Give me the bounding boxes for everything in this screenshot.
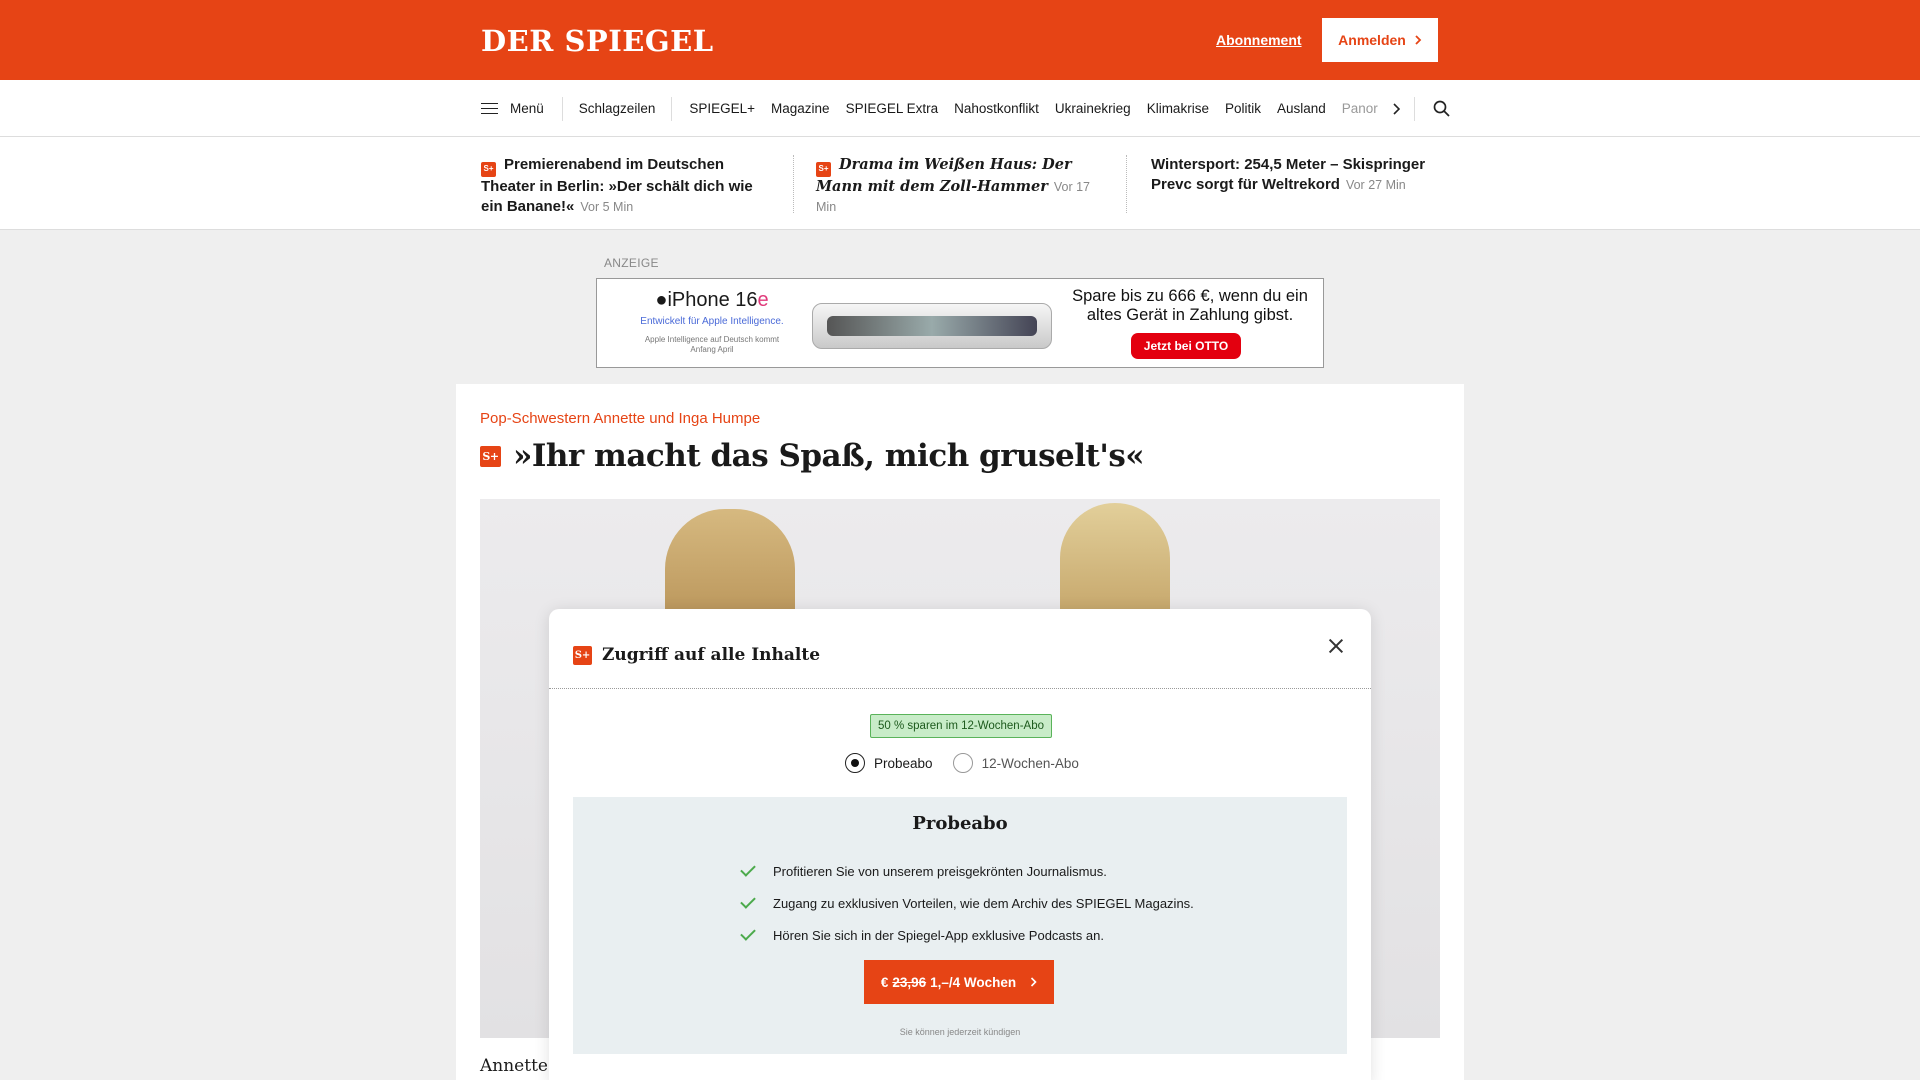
teaser-divider [793,155,794,213]
menu-button[interactable]: Menü [481,96,563,121]
main-navigation: Menü Schlagzeilen SPIEGEL+ Magazine SPIE… [0,80,1920,137]
modal-title-text: Zugriff auf alle Inhalte [602,645,821,665]
article-headline: S+ »Ihr macht das Spaß, mich gruselt's« [480,438,1145,474]
cta-currency: € [880,974,889,990]
teaser-time: Vor 27 Min [1345,178,1406,192]
nav-item-ukrainekrieg[interactable]: Ukrainekrieg [1055,101,1131,116]
benefit-item: Zugang zu exklusiven Vorteilen, wie dem … [740,887,1194,919]
radio-label: 12-Wochen-Abo [981,755,1079,771]
nav-item-nahostkonflikt[interactable]: Nahostkonflikt [954,101,1039,116]
checkmark-icon [740,893,756,909]
benefit-item: Profitieren Sie von unserem preisgekrönt… [740,855,1194,887]
cta-price: 1,–/4 Wochen [930,974,1017,990]
plan-title: Probeabo [912,813,1008,834]
benefit-list: Profitieren Sie von unserem preisgekrönt… [740,855,1194,951]
article-kicker: Pop-Schwestern Annette und Inga Humpe [480,410,761,427]
search-icon[interactable] [1433,100,1450,117]
chevron-right-icon [1414,32,1422,48]
teaser-item[interactable]: S+ Premierenabend im Deutschen Theater in… [481,155,771,217]
ad-copy: Spare bis zu 666 €, wenn du ein altes Ge… [1072,287,1308,324]
spiegel-plus-icon: S+ [816,161,831,177]
nav-item-ausland[interactable]: Ausland [1277,101,1326,116]
nav-item-spiegel-plus[interactable]: SPIEGEL+ [689,101,755,116]
advertisement-banner[interactable]: ●iPhone 16e Entwickelt für Apple Intelli… [596,278,1324,368]
ad-fine-print: Apple Intelligence auf Deutsch kommt Anf… [644,335,780,354]
teaser-time: Vor 5 Min [580,199,634,214]
checkmark-icon [740,925,756,941]
nav-item-klimakrise[interactable]: Klimakrise [1147,101,1209,116]
ad-brand: ●iPhone 16e Entwickelt für Apple Intelli… [637,289,787,355]
nav-divider [1413,96,1415,121]
teaser-title: Drama im Weißen Haus: Der Mann mit dem Z… [816,156,1072,195]
spiegel-plus-icon: S+ [480,445,501,467]
plan-selector: Probeabo 12-Wochen-Abo [845,753,1099,773]
subscription-link[interactable]: Abonnement [1216,32,1302,48]
headline-teasers: S+ Premierenabend im Deutschen Theater in… [0,137,1920,230]
spiegel-logo[interactable]: DER SPIEGEL [481,24,714,58]
teaser-item[interactable]: S+ Drama im Weißen Haus: Der Mann mit dem… [816,155,1112,217]
paywall-modal: S+ Zugriff auf alle Inhalte 50 % sparen … [549,609,1371,1080]
site-header: DER SPIEGEL Abonnement Anmelden [0,0,1920,80]
nav-item-panorama[interactable]: Panor [1342,101,1378,116]
modal-header: S+ Zugriff auf alle Inhalte [549,609,1371,689]
nav-item-magazine[interactable]: Magazine [771,101,830,116]
article-caption: Annette [480,1056,548,1076]
radio-label: Probeabo [874,755,933,771]
teaser-divider [1126,155,1127,213]
plan-box: Probeabo Profitieren Sie von unserem pre… [573,797,1347,1054]
benefit-item: Hören Sie sich in der Spiegel-App exklus… [740,919,1194,951]
ad-tagline: Entwickelt für Apple Intelligence. [640,316,784,327]
menu-label: Menü [510,101,544,116]
subscribe-button[interactable]: € 23,96 1,–/4 Wochen [864,960,1054,1004]
phone-image [812,303,1052,349]
nav-item-schlagzeilen[interactable]: Schlagzeilen [579,96,673,121]
cta-old-price: 23,96 [892,974,927,990]
ad-cta-button[interactable]: Jetzt bei OTTO [1131,333,1241,359]
nav-scroll-right-icon[interactable] [1392,102,1400,115]
ad-label: ANZEIGE [604,256,659,270]
modal-title: S+ Zugriff auf alle Inhalte [573,645,820,665]
close-icon[interactable] [1325,635,1347,657]
apple-logo-icon: ● [655,289,668,311]
hamburger-icon [481,102,498,115]
radio-12-wochen-abo[interactable]: 12-Wochen-Abo [952,753,1079,773]
radio-probeabo[interactable]: Probeabo [845,753,933,773]
radio-empty-icon [952,753,973,773]
person-photo-right [1060,503,1170,623]
radio-selected-icon [845,753,865,773]
login-button[interactable]: Anmelden [1322,18,1438,62]
headline-text: »Ihr macht das Spaß, mich gruselt's« [513,438,1145,474]
chevron-right-icon [1030,975,1037,990]
savings-badge: 50 % sparen im 12-Wochen-Abo [870,714,1052,738]
spiegel-plus-icon: S+ [573,645,592,665]
nav-item-spiegel-extra[interactable]: SPIEGEL Extra [846,101,939,116]
checkmark-icon [740,861,756,877]
cancel-note: Sie können jederzeit kündigen [899,1027,1021,1037]
ad-product: ●iPhone 16e [655,289,769,311]
teaser-item[interactable]: Wintersport: 254,5 Meter – Skispringer P… [1151,155,1441,195]
login-button-label: Anmelden [1338,32,1406,48]
nav-item-politik[interactable]: Politik [1225,101,1261,116]
spiegel-plus-icon: S+ [481,161,496,177]
